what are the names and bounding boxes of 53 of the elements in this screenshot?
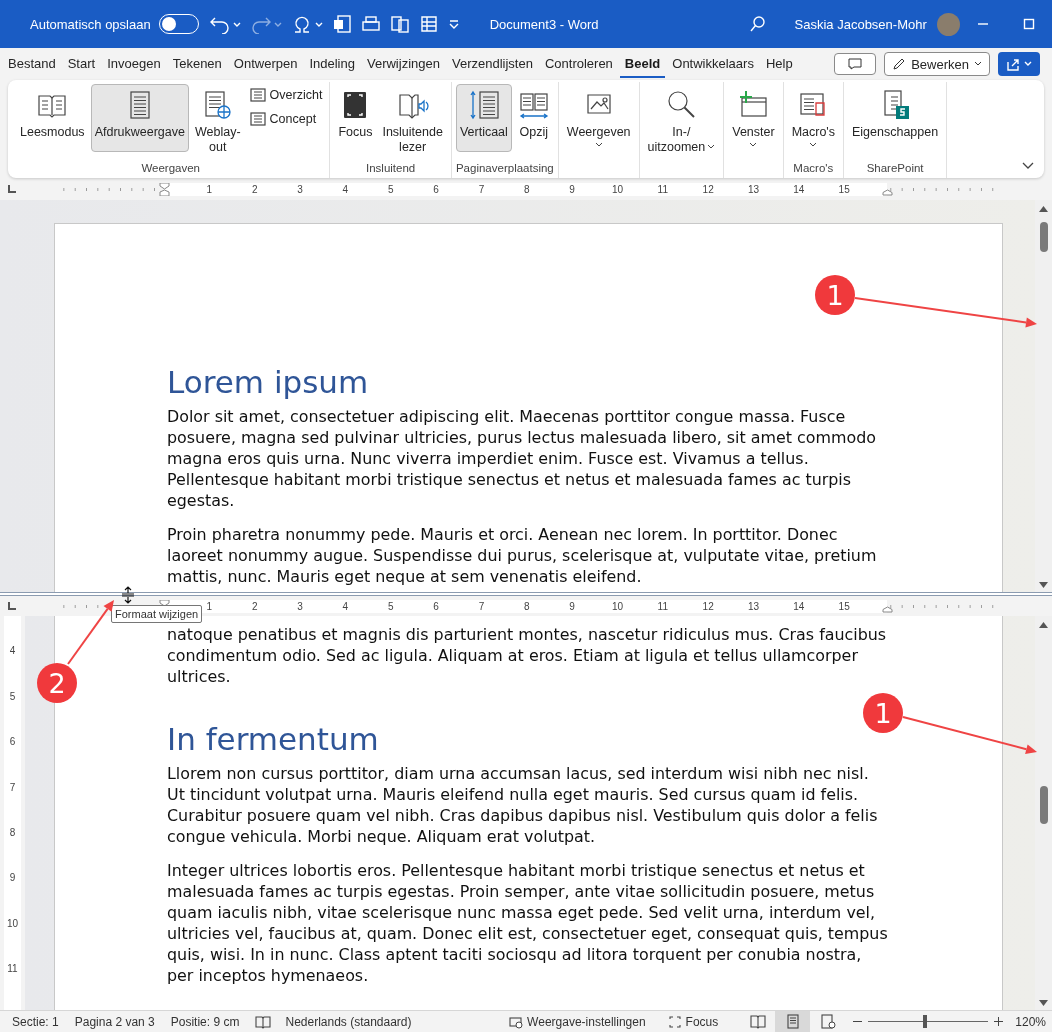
group-label: SharePoint	[865, 161, 925, 176]
ruler-number: 1	[205, 182, 214, 196]
group-label: Macro's	[792, 161, 835, 176]
ruler-number: 5	[386, 599, 395, 613]
ruler-number: 8	[523, 599, 531, 613]
ruler-number: 4	[8, 644, 17, 659]
ruler-number: 9	[568, 182, 576, 196]
ruler-number: 10	[610, 599, 624, 613]
ruler-number: 11	[656, 599, 669, 613]
ruler-number: 15	[837, 182, 851, 196]
ruler-number: 12	[701, 182, 715, 196]
ruler-number: 9	[8, 871, 17, 886]
ruler-number: 14	[792, 599, 806, 613]
ruler-number: 12	[701, 599, 715, 613]
autosave-label: Automatisch opslaan	[30, 16, 151, 32]
ruler-number: 13	[746, 182, 761, 196]
ruler-number: 2	[250, 182, 259, 196]
ruler-number: 10	[5, 916, 20, 931]
tooltip: Formaat wijzigen	[111, 605, 203, 623]
group-label: Paginaverplaatsing	[455, 161, 554, 176]
ruler-number: 9	[568, 599, 576, 613]
ruler-number: 4	[341, 599, 350, 613]
ruler-number: 3	[296, 599, 304, 613]
ruler-number: 13	[746, 599, 761, 613]
ruler-number: 7	[477, 599, 486, 613]
ruler-number: 15	[837, 599, 851, 613]
ruler-number: 5	[8, 689, 17, 704]
paragraph: Proin pharetra nonummy pede. Mauris et orci. Aenean nec lorem. In porttitor. Donec laoreet nonummy augue. Suspendisse dui purus, scelerisque at, vulputate vitae, pretium mattis, nunc. Mauris eget neque at sem venenatis eleifend.	[167, 524, 878, 587]
ruler-number: 7	[477, 182, 486, 196]
ruler-number: 6	[432, 182, 440, 196]
paragraph: Dolor sit amet, consectetuer adipiscing elit. Maecenas porttitor congue massa. Fusce posuere, magna sed pulvinar ultricies, purus lectus malesuada libero, sit amet commodo magna eros quis urna. Nunc viverra imperdiet enim. Fusce est. Vivamus a tellus. Pellentesque habitant morbi tristique senectus et netus et malesuada fames ac turpis egestas.	[167, 406, 878, 511]
ruler-number: 6	[8, 735, 17, 750]
group-label: Weergaven	[140, 161, 201, 176]
ruler-number: 2	[250, 599, 259, 613]
ruler-number: 11	[6, 961, 19, 976]
ruler-number: 14	[792, 182, 806, 196]
group-label: Insluitend	[365, 161, 417, 176]
heading: Lorem ipsum	[167, 363, 370, 402]
ruler-number: 5	[386, 182, 395, 196]
ruler-number: 3	[296, 182, 304, 196]
ruler-number: 1	[205, 599, 214, 613]
ruler-number: 11	[656, 182, 669, 196]
paragraph: Integer ultrices lobortis eros. Pellentesque habitant morbi tristique senectus et netus et malesuada fames ac turpis egestas. Proin semper, ante vitae sollicitudin posuere, metus quam iaculis nibh, vitae scelerisque nunc massa eget pede. Sed velit urna, interdum vel, ultricies vel, faucibus at, quam. Donec elit est, consectetuer eget, consequat quis, tempus quis, wisi. In in nunc. Class aptent taciti sociosqu ad litora torquent per conubia nostra, per inceptos hymenaeos.	[167, 860, 889, 986]
window-title: Document3 - Word	[489, 16, 599, 32]
ruler-number: 6	[432, 599, 440, 613]
ruler-number: 10	[610, 182, 624, 196]
ruler-number: 8	[523, 182, 531, 196]
paragraph: natoque penatibus et magnis dis parturient montes, nascetur ridiculus mus. Cras faucibus condimentum odio. Sed ac ligula. Aliquam at eros. Etiam at ligula et tellus ullamcorper ultrices.	[167, 624, 888, 687]
ruler-number: 7	[8, 780, 17, 795]
ruler-number: 4	[341, 182, 350, 196]
paragraph: Llorem non cursus porttitor, diam urna accumsan lacus, sed interdum wisi nibh nec nisl. Ut tincidunt volutpat urna. Mauris eleifend nulla eget mauris. Sed cursus quam id felis. Curabitur posuere quam vel nibh. Cras dapibus dapibus nisl. Vestibulum quis dolor a felis congue vehicula. Morbi neque. Aliquam erat volutpat.	[167, 763, 879, 847]
ruler-number: 8	[8, 825, 17, 840]
heading: In fermentum	[167, 720, 380, 759]
